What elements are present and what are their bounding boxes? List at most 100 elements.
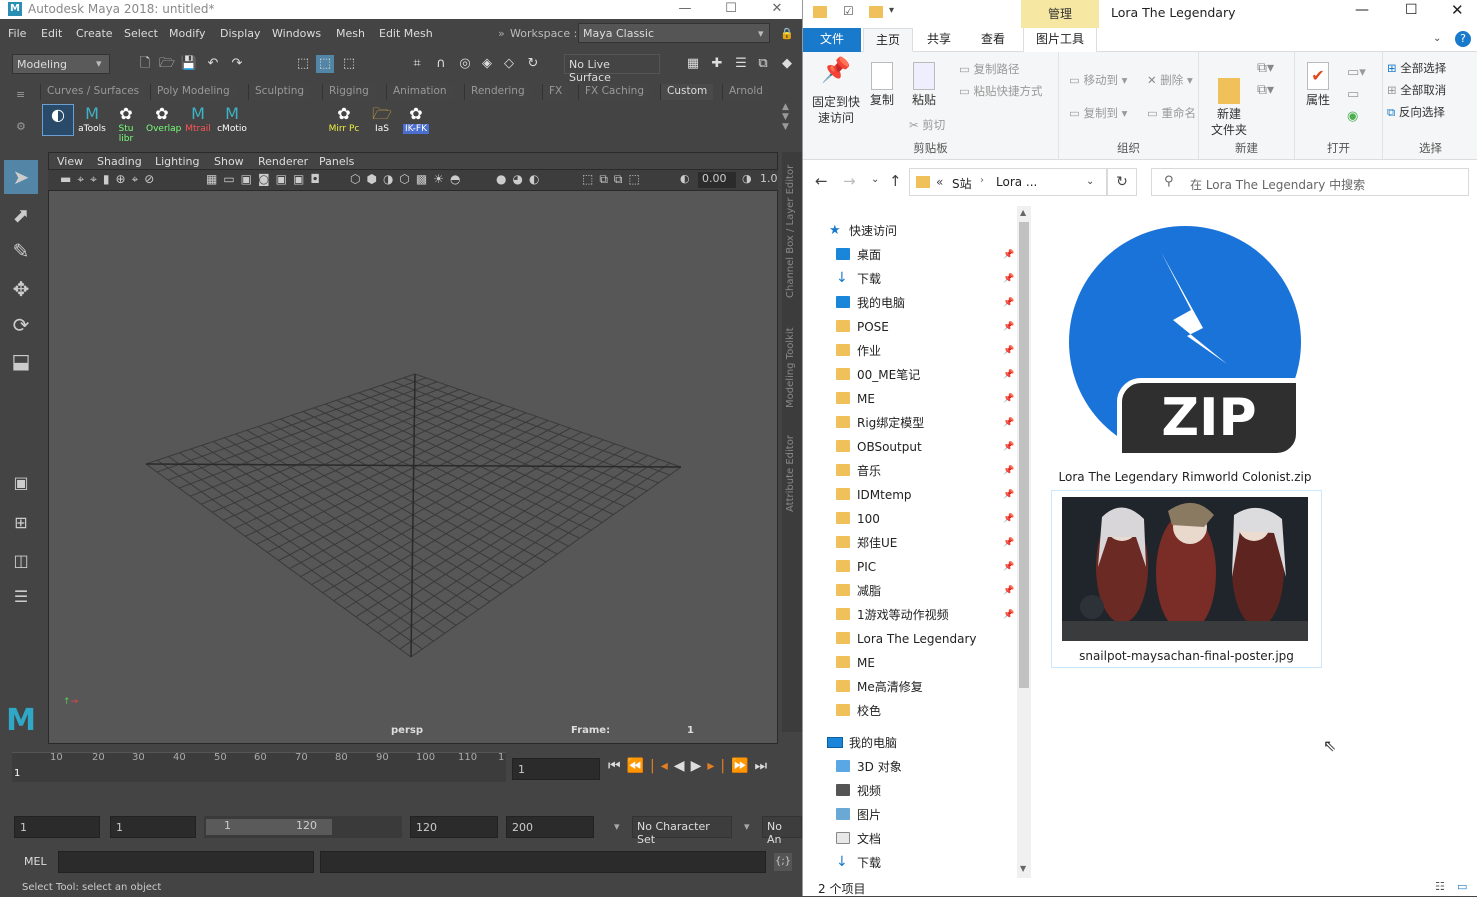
nav-item[interactable]: ME 📌 [803,388,1018,410]
shelf-tab-poly[interactable]: Poly Modeling [150,84,236,100]
minimize-icon[interactable]: — [662,0,708,19]
tab-share[interactable]: 共享 [915,28,963,52]
mel-label[interactable]: MEL [24,855,47,868]
two-view-icon[interactable]: ◫ [4,544,38,578]
nav-item[interactable]: POSE 📌 [803,316,1018,338]
shelf-overlap[interactable]: ✿ Overlap [146,104,181,136]
shelf-ikfk[interactable]: ✿ IK-FK [400,104,432,136]
vp-menu-renderer[interactable]: Renderer [258,155,308,168]
shelf-menu-icon[interactable]: ≡ [16,88,25,101]
back-icon[interactable]: ← [815,172,828,190]
search-box[interactable]: ⚲ 在 Lora The Legendary 中搜索 [1151,168,1469,196]
chevron-down-icon[interactable]: ⌄ [1086,176,1094,187]
large-icons-view-icon[interactable]: ▭ [1457,880,1467,893]
snap-grid-icon[interactable]: ⌗ [408,55,426,73]
details-view-icon[interactable]: ☷ [1435,880,1445,893]
four-view-icon[interactable]: ⊞ [4,506,38,540]
nav-item[interactable]: 作业 📌 [803,340,1018,362]
up-icon[interactable]: ↑ [889,172,902,190]
nav-pc-item[interactable]: 视频 [803,780,1018,802]
menu-windows[interactable]: Windows [272,27,321,40]
breadcrumb-item[interactable]: Lora ... [996,175,1037,189]
breadcrumb-item[interactable]: S站 [952,175,972,192]
nav-item[interactable]: 郑佳UE 📌 [803,532,1018,554]
nav-item[interactable]: 减脂 📌 [803,580,1018,602]
redo-icon[interactable]: ↷ [228,55,246,73]
shading-mode-icon[interactable]: ⬡⬢◑⬡▩☀◓ [350,172,466,186]
anim-start-field[interactable]: 1 [14,816,100,838]
anim-end-field[interactable]: 200 [506,816,594,838]
menu-edit-mesh[interactable]: Edit Mesh [379,27,433,40]
attribute-editor-tab[interactable]: Attribute Editor [785,428,796,512]
nav-pc-item[interactable]: 图片 [803,804,1018,826]
shelf-cmotion[interactable]: McMotio [216,104,248,136]
pin-icon[interactable]: 📌 [1003,388,1014,410]
snap-surface-icon[interactable]: ◇ [500,55,518,73]
snap-point-icon[interactable]: ◎ [456,55,474,73]
tab-home[interactable]: 主页 [863,28,914,52]
help-icon[interactable]: ? [1455,31,1471,47]
menu-mesh[interactable]: Mesh [336,27,365,40]
menu-file[interactable]: File [8,27,26,40]
file-name[interactable]: snailpot-maysachan-final-poster.jpg [1052,649,1321,663]
pin-icon[interactable]: 📌 [1003,460,1014,482]
shelf-scroll-icon[interactable]: ▲ ▼ ▼ [782,102,789,132]
nav-item[interactable]: IDMtemp 📌 [803,484,1018,506]
nav-this-pc[interactable]: 我的电脑 [803,732,1018,754]
shelf-tab-fx-caching[interactable]: FX Caching [578,84,651,100]
anim-layer-dropdown[interactable]: No An [762,816,802,846]
nav-item[interactable]: PIC 📌 [803,556,1018,578]
select-none-button[interactable]: ⊞ 全部取消 [1387,82,1446,98]
copy-to-button[interactable]: ▭ 复制到 ▾ [1069,105,1127,121]
nav-item[interactable]: 桌面 📌 [803,244,1018,266]
shelf-tab-fx[interactable]: FX [542,84,569,100]
menu-select[interactable]: Select [124,27,158,40]
pin-icon[interactable]: 📌 [1003,604,1014,626]
mel-input[interactable] [58,851,314,873]
viewport-persp[interactable]: ↑→ persp Frame: 1 [48,190,778,744]
shelf-mtrail[interactable]: M Mtrail [182,104,214,136]
snap-curve-icon[interactable]: ∩ [432,55,450,73]
modeling-toolkit-tab[interactable]: Modeling Toolkit [785,318,796,408]
shelf-atools[interactable]: MaTools [76,104,108,136]
breadcrumb-overflow[interactable]: « [936,175,943,189]
gamma-icon[interactable]: ◑ [742,172,752,185]
menu-create[interactable]: Create [76,27,113,40]
pin-icon[interactable]: 📌 [1003,412,1014,434]
current-frame-field[interactable]: 1 [512,758,600,780]
chevron-down-icon[interactable]: ▾ [758,27,764,40]
menu-edit[interactable]: Edit [41,27,62,40]
nav-item[interactable]: 我的电脑 📌 [803,292,1018,314]
shelf-tab-custom[interactable]: Custom [660,84,714,100]
vp-menu-panels[interactable]: Panels [319,155,354,168]
shelf-mirror-pose[interactable]: ✿ Mirr Pc [328,104,360,136]
pin-icon[interactable]: 📌 [1003,292,1014,314]
vp-menu-show[interactable]: Show [214,155,244,168]
pin-icon[interactable]: 📌 [1003,268,1014,290]
nav-item[interactable]: ↓ 下载 📌 [803,268,1018,290]
select-all-button[interactable]: ⊞ 全部选择 [1387,60,1446,76]
shelf-tab-sculpting[interactable]: Sculpting [248,84,311,100]
range-bar-handle[interactable]: 1 120 [206,819,332,835]
lock-icon[interactable]: 🔒 [780,27,794,40]
scale-tool-icon[interactable]: ⬓ [4,344,38,378]
pin-icon[interactable]: 📌 [1003,580,1014,602]
new-scene-icon[interactable]: 🗋 [136,55,154,73]
invert-selection-button[interactable]: ⧉ 反向选择 [1387,104,1445,120]
pin-icon[interactable]: 📌 [1003,508,1014,530]
single-view-icon[interactable]: ▣ [4,466,38,500]
exposure-icon[interactable]: ◐ [680,172,690,185]
open-scene-icon[interactable]: 🗁 [158,55,176,73]
pin-icon[interactable]: 📌 [1003,436,1014,458]
close-icon[interactable]: ✕ [1451,1,1464,19]
rename-button[interactable]: ▭ 重命名 [1147,105,1196,121]
forward-icon[interactable]: → [843,172,856,190]
nav-item[interactable]: ME [803,652,1018,674]
manage-tab[interactable]: 管理 [1021,0,1099,28]
new-item-icon[interactable]: ⧉▾ [1257,60,1274,76]
tab-view[interactable]: 查看 [969,28,1017,52]
lasso-tool-icon[interactable]: ⬈ [4,198,38,232]
nav-item[interactable]: OBSoutput 📌 [803,436,1018,458]
shelf-tab-arnold[interactable]: Arnold [722,84,769,100]
nav-item[interactable]: 100 📌 [803,508,1018,530]
